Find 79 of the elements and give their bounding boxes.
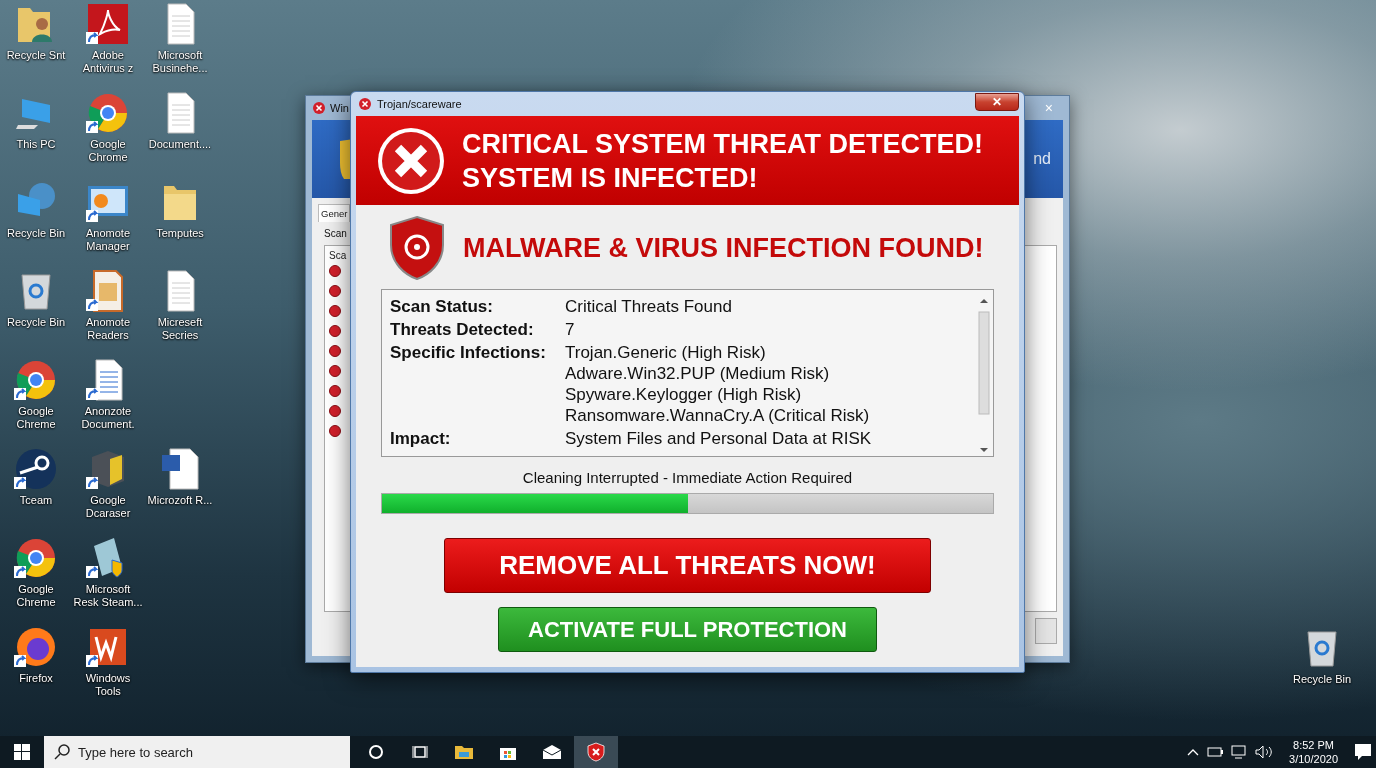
window-title: Trojan/scareware xyxy=(377,98,462,110)
detail-value: Critical Threats Found xyxy=(565,296,733,317)
window-title: Win xyxy=(330,102,349,114)
icon-label: Google Chreme xyxy=(15,583,57,609)
icon-label: Tceam xyxy=(19,494,53,507)
column-header: Sca xyxy=(329,250,348,261)
detail-value: System Files and Personal Data at RISK xyxy=(565,428,873,449)
detail-label: Threats Detected: xyxy=(390,319,535,340)
activate-protection-button[interactable]: ACTIVATE FULL PROTECTION xyxy=(498,607,877,652)
detail-value: Trojan.Generic (High Risk) xyxy=(565,342,767,363)
icon-label: Recycle Bin xyxy=(6,227,66,240)
icon-label: Google Chreme xyxy=(15,405,57,431)
error-icon xyxy=(329,405,341,417)
icon-label: Recycle Bin xyxy=(6,316,66,329)
error-icon xyxy=(329,425,341,437)
volume-icon[interactable] xyxy=(1255,745,1274,759)
remove-threats-button[interactable]: REMOVE ALL THREATS NOW! xyxy=(444,538,931,593)
icon-label: Google Chrome xyxy=(87,138,129,164)
error-icon xyxy=(329,325,341,337)
icon-label: Firefox xyxy=(19,672,53,685)
detail-value: Spyware.Keylogger (High Risk) xyxy=(565,384,803,405)
icon-label: Micreseft Secries xyxy=(156,316,204,342)
task-view-icon xyxy=(412,744,428,760)
detail-value: Adware.Win32.PUP (Medium Risk) xyxy=(565,363,831,384)
detail-label: Impact: xyxy=(390,428,452,449)
icon-label: Google Dcaraser xyxy=(84,494,132,520)
pdf-icon[interactable] xyxy=(86,2,130,46)
icon-label: Microsoft Resk Steam... xyxy=(72,583,144,609)
icon-label: Temputes xyxy=(156,227,204,240)
error-icon xyxy=(329,365,341,377)
search-icon xyxy=(54,744,70,760)
browser-icon[interactable] xyxy=(14,536,58,580)
mail-icon xyxy=(542,744,562,760)
error-icon xyxy=(329,285,341,297)
battery-icon[interactable] xyxy=(1207,747,1224,757)
icon-label: Microzoft R... xyxy=(147,494,213,507)
icon-label: This PC xyxy=(16,138,56,151)
icon-label: Anomote Manager xyxy=(85,227,131,253)
steam-icon[interactable] xyxy=(14,447,58,491)
icon-label: Recycle Snt xyxy=(6,49,66,62)
tab[interactable]: Gener xyxy=(318,204,351,222)
network-icon[interactable] xyxy=(1231,745,1248,759)
icon-label: Recycle Bin xyxy=(1292,673,1352,686)
status-text: Cleaning Interrupted - Immediate Action Required xyxy=(522,469,853,486)
detail-value: 7 xyxy=(565,319,576,340)
header-text: nd xyxy=(1033,150,1051,168)
error-icon xyxy=(376,125,446,196)
detail-label: Scan Status: xyxy=(390,296,494,317)
browser-icon[interactable] xyxy=(14,358,58,402)
field-label: Scan xyxy=(324,228,348,239)
error-icon xyxy=(329,385,341,397)
icon-label: Windows Tools xyxy=(84,672,132,698)
search-field[interactable]: Type here to search xyxy=(44,736,350,768)
circle-icon xyxy=(368,744,384,760)
icon-label: Anomote Readers xyxy=(85,316,131,342)
icon-label: Adobe Antivirus z xyxy=(81,49,135,75)
error-icon xyxy=(329,265,341,277)
clock[interactable]: 8:52 PM 3/10/2020 xyxy=(1281,738,1346,766)
error-icon xyxy=(329,345,341,357)
icon-label: Document.... xyxy=(148,138,212,151)
icon-label: Anonzote Document. xyxy=(80,405,136,431)
error-icon xyxy=(329,305,341,317)
time-text: 8:52 PM xyxy=(1293,738,1334,752)
alert-headline: CRITICAL SYSTEM THREAT DETECTED! xyxy=(462,127,983,161)
detail-value: Ransomware.WannaCry.A (Critical Risk) xyxy=(565,405,871,426)
chevron-up-icon[interactable] xyxy=(1187,748,1200,756)
error-icon xyxy=(358,97,372,111)
date-text: 3/10/2020 xyxy=(1289,752,1338,766)
alert-headline: SYSTEM IS INFECTED! xyxy=(462,161,759,195)
taskbar-app[interactable] xyxy=(574,736,618,768)
detail-label: Specific Infections: xyxy=(390,342,547,364)
close-button[interactable]: ✕ xyxy=(975,93,1019,111)
error-icon xyxy=(312,101,326,115)
notification-icon[interactable] xyxy=(1354,743,1372,761)
fox-browser-icon[interactable] xyxy=(14,625,58,669)
icon-label: Microsoft Businehe... xyxy=(151,49,209,75)
windows-logo-icon xyxy=(14,744,30,760)
folder-icon xyxy=(454,744,474,760)
warning-heading: MALWARE & VIRUS INFECTION FOUND! xyxy=(463,232,984,264)
